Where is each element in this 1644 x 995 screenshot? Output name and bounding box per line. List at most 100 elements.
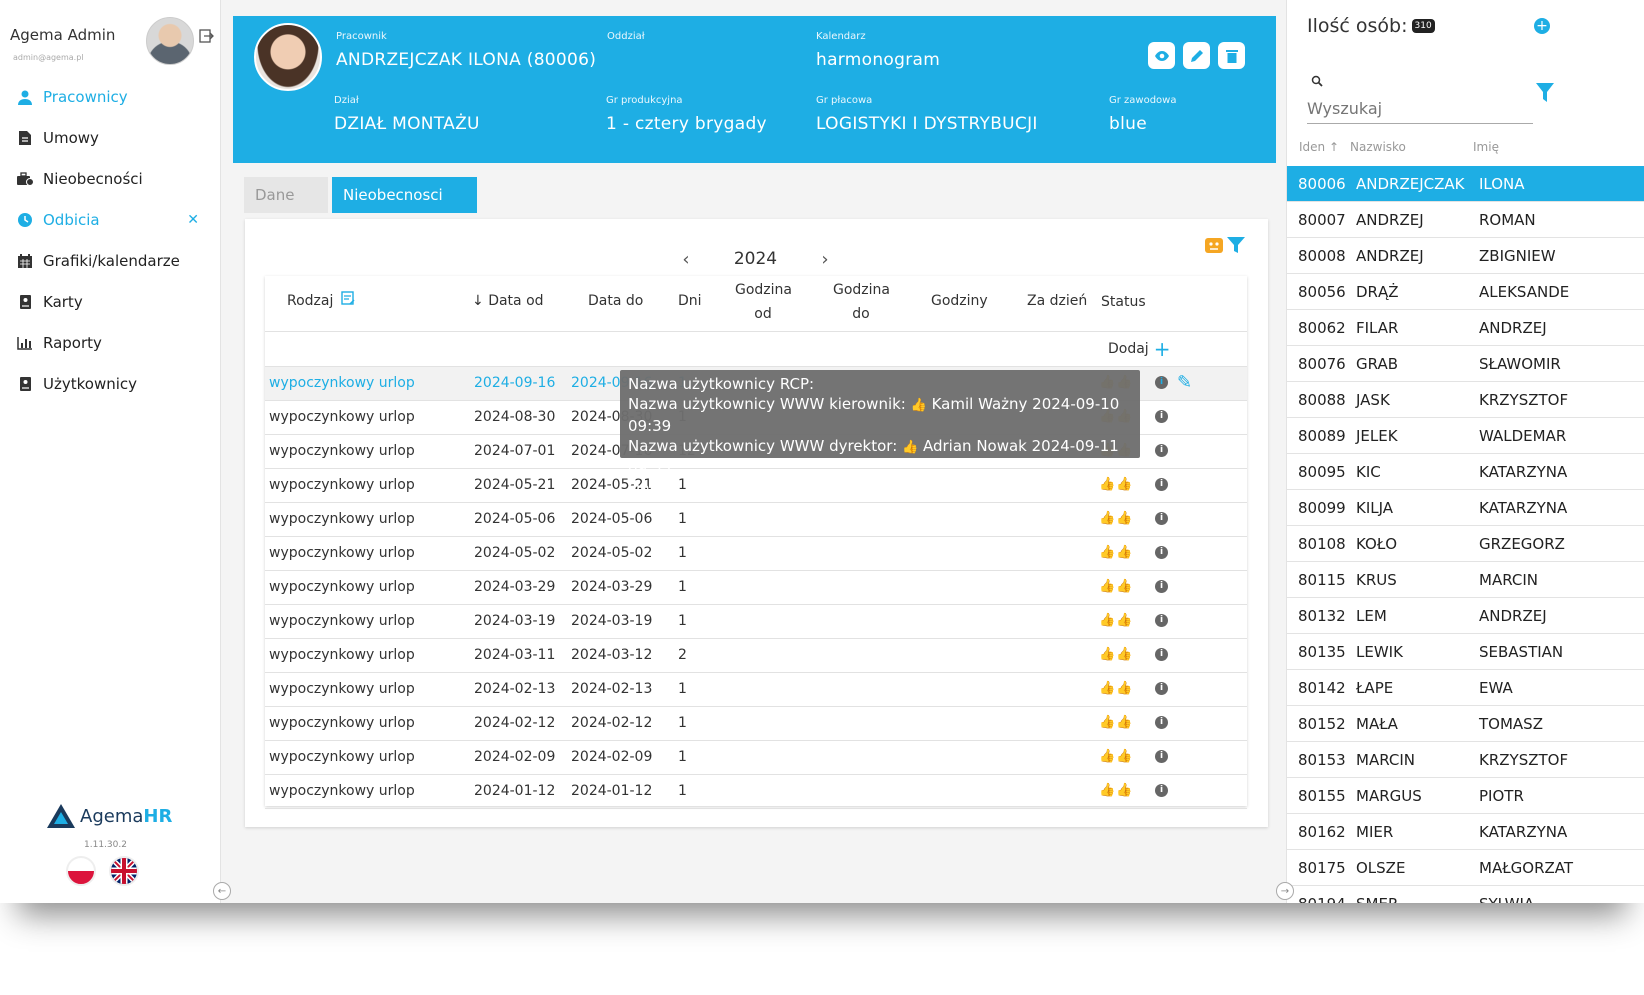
list-item[interactable]: 80056 DRĄŻ ALEKSANDE [1287,274,1644,310]
info-icon[interactable]: i [1155,784,1168,797]
list-item[interactable]: 80162 MIER KATARZYNA [1287,814,1644,850]
list-item[interactable]: 80007 ANDRZEJ ROMAN [1287,202,1644,238]
sidebar-item-umowy[interactable]: Umowy [0,117,221,158]
col-dni[interactable]: Dni [678,289,702,313]
delete-button[interactable] [1218,42,1245,69]
col-rodzaj[interactable]: Rodzaj [287,289,355,313]
add-absence-button[interactable]: Dodaj + [1108,339,1170,359]
list-item[interactable]: 80152 MAŁA TOMASZ [1287,706,1644,742]
document-icon [16,129,34,147]
list-item[interactable]: 80135 LEWIK SEBASTIAN [1287,634,1644,670]
sort-up-icon: ↑ [1328,140,1340,154]
view-button[interactable] [1148,42,1175,69]
prev-year-button[interactable]: ‹ [678,249,694,270]
col-imie[interactable]: Imię [1473,140,1499,154]
tab-nieobecnosci[interactable]: Nieobecnosci [332,177,477,213]
list-item[interactable]: 80095 KIC KATARZYNA [1287,454,1644,490]
info-icon[interactable]: i [1155,444,1168,457]
info-icon[interactable]: i [1155,512,1168,525]
sidebar-item-raporty[interactable]: Raporty [0,322,221,363]
col-za-dzien[interactable]: Za dzień [1027,289,1087,313]
table-row[interactable]: wypoczynkowy urlop 2024-02-09 2024-02-09 1 👍… [265,741,1247,775]
edit-button[interactable] [1183,42,1210,69]
table-row[interactable]: wypoczynkowy urlop 2024-03-11 2024-03-12 2 👍… [265,639,1247,673]
table-row[interactable]: wypoczynkowy urlop 2024-05-06 2024-05-06 1 👍… [265,503,1247,537]
list-item[interactable]: 80088 JASK KRZYSZTOF [1287,382,1644,418]
table-row[interactable]: wypoczynkowy urlop 2024-02-12 2024-02-12 1 👍… [265,707,1247,741]
list-item[interactable]: 80089 JELEK WALDEMAR [1287,418,1644,454]
list-item[interactable]: 80062 FILAR ANDRZEJ [1287,310,1644,346]
table-row[interactable]: wypoczynkowy urlop 2024-03-29 2024-03-29 1 👍… [265,571,1247,605]
cell-data-od: 2024-02-12 [474,715,556,731]
list-item[interactable]: 80142 ŁAPE EWA [1287,670,1644,706]
list-item[interactable]: 80132 LEM ANDRZEJ [1287,598,1644,634]
next-year-button[interactable]: › [817,249,833,270]
employee-firstname: KATARZYNA [1479,499,1568,517]
list-item[interactable]: 80194 SMER SYLWIA [1287,886,1644,903]
info-icon[interactable]: i [1155,580,1168,593]
search-input[interactable] [1307,94,1533,124]
col-data-do[interactable]: Data do [588,289,643,313]
filter-icon[interactable] [1225,234,1247,256]
collapse-sidebar-button[interactable]: ← [213,882,231,900]
list-item[interactable]: 80076 GRAB SŁAWOMIR [1287,346,1644,382]
info-icon[interactable]: i [1155,376,1168,389]
info-icon[interactable]: i [1155,750,1168,763]
info-icon[interactable]: i [1155,716,1168,729]
table-row[interactable]: wypoczynkowy urlop 2024-03-19 2024-03-19 1 👍… [265,605,1247,639]
col-godzina-od[interactable]: Godzina od [735,278,792,326]
employee-id: 80142 [1298,679,1346,697]
logout-icon[interactable] [198,28,214,44]
sidebar-item-nieobecnosci[interactable]: Nieobecności [0,158,221,199]
col-godzina-do[interactable]: Godzina do [833,278,890,326]
approval-tooltip: Nazwa użytkownicy RCP: Nazwa użytkownicy… [620,370,1140,497]
employee-lastname: ŁAPE [1356,679,1394,697]
col-status[interactable]: Status [1101,290,1146,314]
col-godziny[interactable]: Godziny [931,289,988,313]
list-item[interactable]: 80155 MARGUS PIOTR [1287,778,1644,814]
employee-lastname: KOŁO [1356,535,1398,553]
info-icon[interactable]: i [1155,546,1168,559]
list-item[interactable]: 80115 KRUS MARCIN [1287,562,1644,598]
list-item[interactable]: 80006 ANDRZEJCZAK ILONA [1287,166,1644,202]
info-icon[interactable]: i [1155,478,1168,491]
table-row[interactable]: wypoczynkowy urlop 2024-01-12 2024-01-12 1 👍… [265,775,1247,809]
employee-id: 80115 [1298,571,1346,589]
list-item[interactable]: 80153 MARCIN KRZYSZTOF [1287,742,1644,778]
collapse-right-panel-button[interactable]: → [1276,882,1294,900]
sidebar-item-karty[interactable]: Karty [0,281,221,322]
tab-dane[interactable]: Dane [244,177,328,213]
close-icon[interactable]: ✕ [187,212,199,228]
col-id[interactable]: Iden ↑ [1299,140,1339,154]
filter-icon[interactable] [1535,82,1554,102]
flag-pl-icon[interactable] [66,856,96,886]
info-icon[interactable]: i [1155,682,1168,695]
sidebar-item-odbicia[interactable]: Odbicia ✕ [0,199,221,240]
info-icon[interactable]: i [1155,648,1168,661]
sidebar-item-uzytkownicy[interactable]: Użytkownicy [0,363,221,404]
add-employee-button[interactable]: + [1534,18,1550,34]
table-row[interactable]: wypoczynkowy urlop 2024-05-02 2024-05-02 1 👍… [265,537,1247,571]
employee-lastname: DRĄŻ [1356,283,1399,301]
employee-firstname: SŁAWOMIR [1479,355,1561,373]
note-icon [341,289,355,313]
list-item[interactable]: 80108 KOŁO GRZEGORZ [1287,526,1644,562]
list-item[interactable]: 80175 OLSZE MAŁGORZAT [1287,850,1644,886]
employee-firstname: ILONA [1479,175,1525,193]
cell-rodzaj: wypoczynkowy urlop [269,375,415,391]
sidebar-nav: Pracownicy Umowy Nieobecności Odbicia ✕ … [0,76,221,404]
table-row[interactable]: wypoczynkowy urlop 2024-02-13 2024-02-13 1 👍… [265,673,1247,707]
col-nazwisko[interactable]: Nazwisko [1350,140,1406,154]
info-icon[interactable]: i [1155,614,1168,627]
sidebar-item-grafiki[interactable]: Grafiki/kalendarze [0,240,221,281]
list-item[interactable]: 80008 ANDRZEJ ZBIGNIEW [1287,238,1644,274]
export-icon[interactable] [1203,234,1225,256]
sort-down-icon: ↓ [472,293,484,309]
info-icon[interactable]: i [1155,410,1168,423]
flag-uk-icon[interactable] [109,856,139,886]
pencil-icon[interactable]: ✎ [1177,372,1192,393]
avatar[interactable] [146,17,194,65]
sidebar-item-pracownicy[interactable]: Pracownicy [0,76,221,117]
col-data-od[interactable]: ↓ Data od [472,289,544,313]
list-item[interactable]: 80099 KILJA KATARZYNA [1287,490,1644,526]
